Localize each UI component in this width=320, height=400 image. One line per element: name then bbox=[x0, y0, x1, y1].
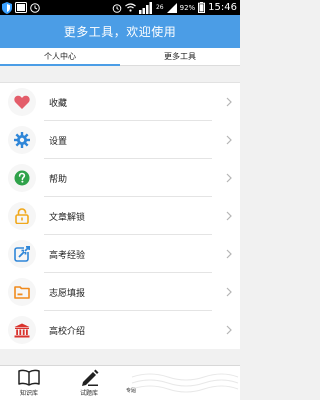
tab-label: 个人中心 bbox=[44, 52, 76, 61]
menu-item-university-intro[interactable]: 高校介绍 bbox=[0, 311, 240, 349]
battery-icon bbox=[198, 2, 206, 13]
nav-knowledge-base[interactable]: 知识库 bbox=[18, 369, 40, 397]
menu-item-application-filling[interactable]: 志愿填报 bbox=[0, 273, 240, 311]
wave-decoration-icon bbox=[131, 373, 239, 393]
menu-item-label: 志愿填报 bbox=[49, 288, 86, 299]
battery-status-icon bbox=[15, 2, 27, 13]
app-screen: 26 92% 15:46 更多工具，欢迎使用 个人中心 更多工具 收藏 设置 帮… bbox=[0, 0, 240, 400]
battery-percent: 92% bbox=[179, 3, 196, 12]
nav-label: 知识库 bbox=[19, 390, 38, 397]
chevron-right-icon bbox=[226, 325, 232, 335]
menu-item-label: 文章解锁 bbox=[49, 212, 86, 223]
help-icon bbox=[14, 170, 30, 186]
icon-badge bbox=[8, 202, 36, 230]
page-header: 更多工具，欢迎使用 bbox=[0, 15, 240, 48]
status-bar: 26 92% 15:46 bbox=[0, 0, 240, 15]
status-right: 26 92% 15:46 bbox=[112, 0, 237, 15]
status-left bbox=[2, 1, 40, 14]
chevron-right-icon bbox=[226, 287, 232, 297]
chevron-right-icon bbox=[226, 173, 232, 183]
lock-icon bbox=[15, 208, 29, 224]
page-title: 更多工具，欢迎使用 bbox=[63, 25, 177, 39]
icon-badge bbox=[8, 240, 36, 268]
heart-icon bbox=[14, 95, 30, 109]
menu-item-settings[interactable]: 设置 bbox=[0, 121, 240, 159]
pen-icon bbox=[82, 369, 99, 386]
icon-badge bbox=[8, 126, 36, 154]
clock-time: 15:46 bbox=[208, 2, 237, 13]
icon-badge bbox=[8, 88, 36, 116]
icon-badge bbox=[8, 164, 36, 192]
alarm-icon bbox=[112, 3, 122, 13]
tab-personal-center[interactable]: 个人中心 bbox=[0, 48, 120, 66]
chevron-right-icon bbox=[226, 211, 232, 221]
gear-icon bbox=[14, 132, 30, 148]
menu-item-label: 帮助 bbox=[49, 174, 68, 185]
shield-icon bbox=[2, 1, 12, 14]
menu-item-exam-experience[interactable]: 高考经验 bbox=[0, 235, 240, 273]
nav-question-bank[interactable]: 试题库 bbox=[79, 369, 99, 397]
menu-item-unlock-articles[interactable]: 文章解锁 bbox=[0, 197, 240, 235]
menu-item-label: 高校介绍 bbox=[49, 326, 86, 337]
nav-label: 试题库 bbox=[79, 390, 98, 397]
icon-badge bbox=[8, 278, 36, 306]
wifi-icon bbox=[125, 3, 136, 12]
menu-item-label: 高考经验 bbox=[49, 250, 86, 261]
bottom-nav: 知识库 试题库 专题 bbox=[0, 365, 240, 400]
icon-badge bbox=[8, 316, 36, 344]
clock-icon bbox=[30, 2, 40, 13]
menu-item-favorites[interactable]: 收藏 bbox=[0, 83, 240, 121]
tab-label: 更多工具 bbox=[164, 52, 196, 61]
chevron-right-icon bbox=[226, 97, 232, 107]
chevron-right-icon bbox=[226, 249, 232, 259]
signal-icon bbox=[138, 1, 152, 14]
tab-more-tools[interactable]: 更多工具 bbox=[120, 48, 240, 65]
sim-indicator: 26 bbox=[155, 4, 164, 11]
folder-icon bbox=[14, 286, 30, 299]
menu-item-help[interactable]: 帮助 bbox=[0, 159, 240, 197]
chevron-right-icon bbox=[226, 135, 232, 145]
share-icon bbox=[14, 246, 30, 262]
tab-bar: 个人中心 更多工具 bbox=[0, 48, 240, 66]
book-icon bbox=[18, 369, 40, 386]
menu-item-label: 设置 bbox=[49, 136, 68, 147]
university-icon bbox=[14, 323, 30, 337]
signal-icon-2 bbox=[166, 2, 177, 13]
menu-item-label: 收藏 bbox=[49, 98, 68, 109]
menu-list: 收藏 设置 帮助 文章解锁 高考经验 志愿填报 高校介绍 bbox=[0, 82, 240, 349]
